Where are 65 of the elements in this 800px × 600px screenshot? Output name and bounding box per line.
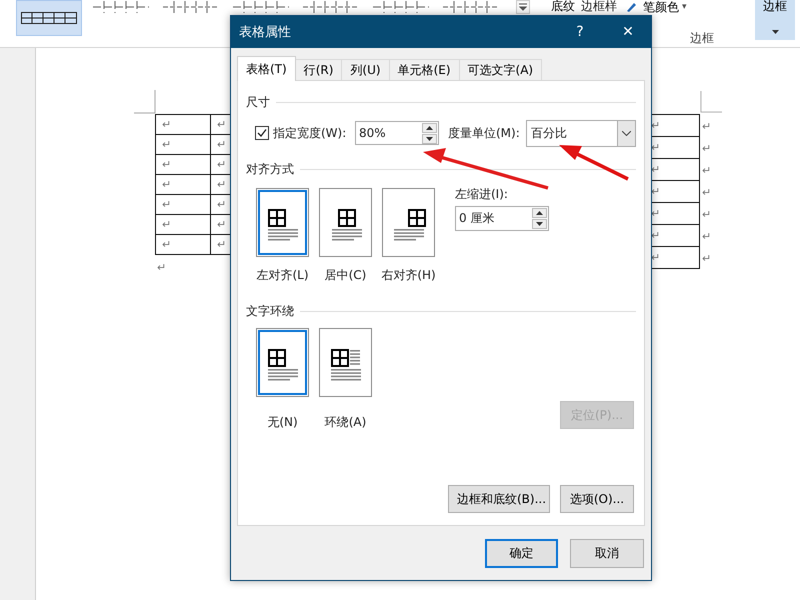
row-end-mark: ↵ (701, 206, 712, 222)
option-label: 无(N) (267, 414, 298, 431)
option-label: 居中(C) (324, 267, 366, 284)
table-cell: ↵ (156, 134, 210, 154)
row-end-mark: ↵ (701, 140, 712, 156)
crop-mark (134, 90, 156, 114)
tab[interactable]: 可选文字(A) (458, 59, 542, 81)
checkbox[interactable] (255, 126, 269, 140)
table-cell: ↵ (156, 174, 210, 194)
cancel-button[interactable]: 取消 (570, 539, 644, 568)
option-label: 右对齐(H) (381, 267, 436, 284)
row-end-mark: ↵ (701, 184, 712, 200)
close-button[interactable]: ✕ (605, 16, 651, 48)
options-button[interactable]: 选项(O)... (560, 485, 634, 513)
help-button[interactable]: ? (557, 16, 603, 48)
up-triangle-icon (426, 126, 433, 130)
table-style-thumbnail[interactable] (16, 0, 82, 36)
unit-label: 度量单位(M): (448, 124, 520, 142)
pen-icon (625, 1, 637, 13)
spin-down-button[interactable] (422, 134, 437, 144)
row-end-mark: ↵ (701, 250, 712, 266)
layout-option[interactable] (319, 328, 372, 397)
option-label: 环绕(A) (324, 414, 366, 431)
table-cell: ↵ (156, 234, 210, 254)
spin-up-button[interactable] (422, 122, 437, 132)
caret-icon (772, 30, 778, 34)
unit-dropdown[interactable]: 百分比 (526, 120, 636, 146)
table-cell: ↵ (156, 154, 210, 174)
down-triangle-icon (536, 222, 543, 226)
up-triangle-icon (536, 211, 543, 215)
down-triangle-icon (426, 136, 433, 140)
group-label: 边框 (690, 30, 714, 47)
borders-button[interactable]: 边框 (755, 0, 795, 40)
layout-option[interactable] (256, 188, 309, 257)
section-heading: 尺寸 (246, 94, 270, 110)
spin-up-button[interactable] (532, 208, 547, 218)
table-cell: ↵ (156, 194, 210, 214)
pen-color-button[interactable]: 笔颜色 ▾ (641, 1, 689, 14)
shading-button[interactable]: 底纹 (551, 0, 575, 13)
paragraph-mark: ↵ (157, 261, 168, 274)
table-cell: ↵ (156, 214, 210, 234)
row-end-mark: ↵ (701, 228, 712, 244)
section-heading: 文字环绕 (246, 302, 294, 320)
gallery-more-button[interactable] (516, 0, 530, 14)
layout-option[interactable] (256, 328, 309, 397)
crop-mark (700, 90, 722, 114)
tab[interactable]: 表格(T) (237, 56, 296, 81)
indent-label: 左缩进(I): (455, 186, 509, 203)
borders-shading-button[interactable]: 边框和底纹(B)... (448, 485, 550, 513)
window-title: 表格属性 (239, 24, 292, 41)
table-cell: ↵ (156, 114, 210, 134)
checkbox-label: 指定宽度(W): (273, 124, 346, 142)
spin-down-button[interactable] (532, 219, 547, 229)
indent-field[interactable]: 0 厘米 (455, 206, 549, 231)
border-styles-button[interactable]: 边框样 (581, 0, 617, 13)
layout-option[interactable] (319, 188, 372, 257)
layout-option[interactable] (382, 188, 435, 257)
width-field[interactable]: 80% (355, 121, 439, 145)
caret-icon (519, 3, 527, 11)
row-end-mark: ↵ (701, 118, 712, 134)
row-end-mark: ↵ (701, 162, 712, 178)
ok-button[interactable]: 确定 (485, 539, 558, 568)
option-label: 左对齐(L) (256, 267, 309, 284)
arrow (559, 145, 629, 181)
chevron-down-icon (622, 130, 631, 136)
